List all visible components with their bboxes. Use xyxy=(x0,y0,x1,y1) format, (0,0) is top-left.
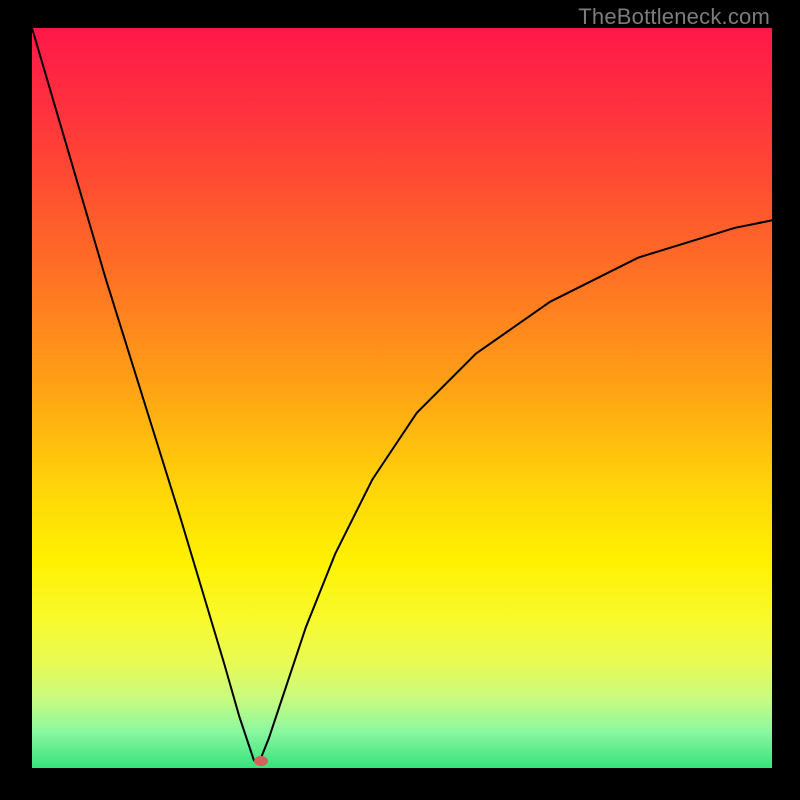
chart-frame: TheBottleneck.com xyxy=(0,0,800,800)
optimum-marker xyxy=(254,756,268,766)
plot-area xyxy=(32,28,772,768)
watermark-text: TheBottleneck.com xyxy=(578,4,770,30)
bottleneck-curve xyxy=(32,28,772,768)
